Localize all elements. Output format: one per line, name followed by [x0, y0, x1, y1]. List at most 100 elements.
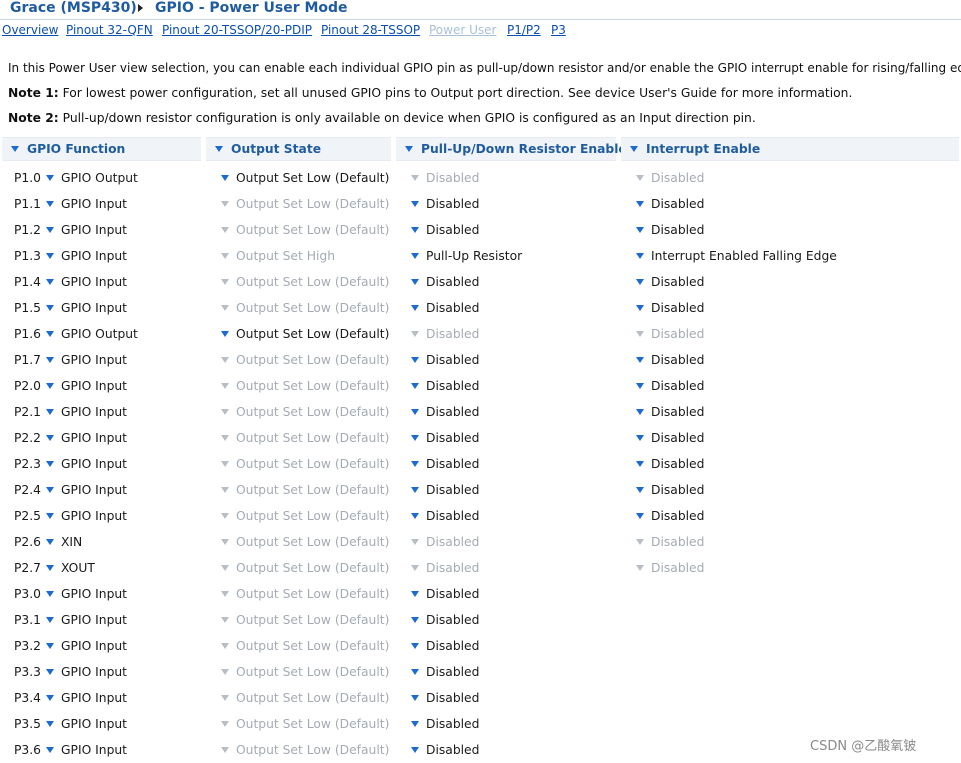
column-label: Interrupt Enable	[646, 142, 761, 156]
pull-resistor-dropdown[interactable]: Disabled	[411, 425, 479, 451]
link-p3[interactable]: P3	[551, 23, 566, 37]
pin-label: P3.6	[14, 743, 41, 757]
pull-resistor-dropdown-value: Disabled	[426, 223, 480, 237]
pull-resistor-dropdown[interactable]: Disabled	[411, 217, 479, 243]
interrupt-enable-dropdown[interactable]: Disabled	[636, 477, 704, 503]
table-row: P1.2 GPIO Input Output Set Low (Default) Di…	[0, 217, 961, 243]
dropdown-arrow-icon	[636, 279, 644, 285]
gpio-function-dropdown[interactable]: GPIO Input	[46, 425, 127, 451]
pull-resistor-dropdown[interactable]: Disabled	[411, 399, 479, 425]
pull-resistor-dropdown[interactable]: Disabled	[411, 451, 479, 477]
output-state-dropdown[interactable]: Output Set Low (Default)	[221, 165, 389, 191]
pull-resistor-dropdown[interactable]: Disabled	[411, 295, 479, 321]
dropdown-arrow-icon	[411, 695, 419, 701]
interrupt-enable-dropdown[interactable]: Interrupt Enabled Falling Edge	[636, 243, 837, 269]
column-header-output-state[interactable]: Output State	[206, 137, 391, 161]
output-state-dropdown[interactable]: Output Set Low (Default)	[221, 321, 389, 347]
dropdown-arrow-icon	[46, 357, 54, 363]
interrupt-enable-dropdown[interactable]: Disabled	[636, 425, 704, 451]
link-pinout-32-qfn[interactable]: Pinout 32-QFN	[66, 23, 153, 37]
interrupt-enable-dropdown-value: Disabled	[651, 561, 705, 575]
dropdown-arrow-icon	[411, 669, 419, 675]
gpio-function-dropdown[interactable]: XOUT	[46, 555, 95, 581]
gpio-function-dropdown[interactable]: GPIO Input	[46, 295, 127, 321]
pull-resistor-dropdown[interactable]: Pull-Up Resistor	[411, 243, 522, 269]
pull-resistor-dropdown[interactable]: Disabled	[411, 633, 479, 659]
interrupt-enable-dropdown[interactable]: Disabled	[636, 269, 704, 295]
pull-resistor-dropdown[interactable]: Disabled	[411, 737, 479, 763]
note-2-text: Pull-up/down resistor configuration is o…	[62, 111, 756, 125]
gpio-function-dropdown[interactable]: GPIO Input	[46, 217, 127, 243]
page-title: GPIO - Power User Mode	[155, 0, 348, 16]
pull-resistor-dropdown[interactable]: Disabled	[411, 269, 479, 295]
gpio-function-dropdown[interactable]: GPIO Input	[46, 399, 127, 425]
column-header-interrupt-enable[interactable]: Interrupt Enable	[621, 137, 959, 161]
table-row: P2.0 GPIO Input Output Set Low (Default) Di…	[0, 373, 961, 399]
output-state-dropdown: Output Set Low (Default)	[221, 191, 389, 217]
gpio-function-dropdown[interactable]: GPIO Output	[46, 321, 138, 347]
dropdown-arrow-icon	[411, 331, 419, 337]
interrupt-enable-dropdown[interactable]: Disabled	[636, 399, 704, 425]
gpio-function-dropdown[interactable]: XIN	[46, 529, 82, 555]
interrupt-enable-dropdown[interactable]: Disabled	[636, 451, 704, 477]
pull-resistor-dropdown[interactable]: Disabled	[411, 373, 479, 399]
gpio-function-dropdown[interactable]: GPIO Input	[46, 659, 127, 685]
table-row: P1.0 GPIO Output Output Set Low (Default) D…	[0, 165, 961, 191]
output-state-dropdown: Output Set Low (Default)	[221, 269, 389, 295]
gpio-function-dropdown[interactable]: GPIO Input	[46, 269, 127, 295]
interrupt-enable-dropdown-value: Disabled	[651, 379, 705, 393]
pin-label: P3.5	[14, 717, 41, 731]
pull-resistor-dropdown[interactable]: Disabled	[411, 191, 479, 217]
breadcrumb-root[interactable]: Grace (MSP430)	[10, 0, 137, 16]
link-pinout-28-tssop[interactable]: Pinout 28-TSSOP	[321, 23, 420, 37]
pull-resistor-dropdown[interactable]: Disabled	[411, 347, 479, 373]
note-1-label: Note 1:	[8, 86, 59, 100]
interrupt-enable-dropdown[interactable]: Disabled	[636, 373, 704, 399]
gpio-function-dropdown[interactable]: GPIO Input	[46, 451, 127, 477]
output-state-dropdown-value: Output Set Low (Default)	[236, 483, 390, 497]
table-row: P1.7 GPIO Input Output Set Low (Default) Di…	[0, 347, 961, 373]
gpio-function-dropdown[interactable]: GPIO Input	[46, 243, 127, 269]
gpio-function-dropdown[interactable]: GPIO Input	[46, 711, 127, 737]
pull-resistor-dropdown[interactable]: Disabled	[411, 711, 479, 737]
link-p1-p2[interactable]: P1/P2	[507, 23, 541, 37]
interrupt-enable-dropdown-value: Disabled	[651, 509, 705, 523]
gpio-function-dropdown[interactable]: GPIO Output	[46, 165, 138, 191]
pull-resistor-dropdown[interactable]: Disabled	[411, 607, 479, 633]
dropdown-arrow-icon	[636, 331, 644, 337]
intro-text: In this Power User view selection, you c…	[8, 61, 961, 75]
gpio-function-dropdown[interactable]: GPIO Input	[46, 685, 127, 711]
dropdown-arrow-icon	[46, 539, 54, 545]
pin-label: P1.6	[14, 327, 41, 341]
pull-resistor-dropdown[interactable]: Disabled	[411, 581, 479, 607]
interrupt-enable-dropdown[interactable]: Disabled	[636, 503, 704, 529]
column-header-pull-resistor[interactable]: Pull-Up/Down Resistor Enable	[396, 137, 627, 161]
gpio-function-dropdown[interactable]: GPIO Input	[46, 633, 127, 659]
pull-resistor-dropdown[interactable]: Disabled	[411, 477, 479, 503]
pull-resistor-dropdown[interactable]: Disabled	[411, 659, 479, 685]
gpio-function-dropdown[interactable]: GPIO Input	[46, 581, 127, 607]
column-header-gpio-function[interactable]: GPIO Function	[2, 137, 201, 161]
link-overview[interactable]: Overview	[2, 23, 59, 37]
interrupt-enable-dropdown[interactable]: Disabled	[636, 347, 704, 373]
pull-resistor-dropdown[interactable]: Disabled	[411, 685, 479, 711]
dropdown-arrow-icon	[46, 591, 54, 597]
pull-resistor-dropdown[interactable]: Disabled	[411, 503, 479, 529]
gpio-function-dropdown[interactable]: GPIO Input	[46, 607, 127, 633]
dropdown-arrow-icon	[411, 747, 419, 753]
output-state-dropdown: Output Set Low (Default)	[221, 529, 389, 555]
gpio-function-dropdown[interactable]: GPIO Input	[46, 737, 127, 763]
gpio-function-dropdown[interactable]: GPIO Input	[46, 373, 127, 399]
output-state-dropdown-value: Output Set Low (Default)	[236, 561, 390, 575]
gpio-function-dropdown[interactable]: GPIO Input	[46, 477, 127, 503]
output-state-dropdown: Output Set Low (Default)	[221, 503, 389, 529]
gpio-function-dropdown[interactable]: GPIO Input	[46, 191, 127, 217]
gpio-function-dropdown[interactable]: GPIO Input	[46, 503, 127, 529]
interrupt-enable-dropdown: Disabled	[636, 321, 704, 347]
interrupt-enable-dropdown[interactable]: Disabled	[636, 191, 704, 217]
output-state-dropdown: Output Set Low (Default)	[221, 659, 389, 685]
interrupt-enable-dropdown[interactable]: Disabled	[636, 295, 704, 321]
interrupt-enable-dropdown[interactable]: Disabled	[636, 217, 704, 243]
gpio-function-dropdown[interactable]: GPIO Input	[46, 347, 127, 373]
link-pinout-20-tssop[interactable]: Pinout 20-TSSOP/20-PDIP	[162, 23, 312, 37]
